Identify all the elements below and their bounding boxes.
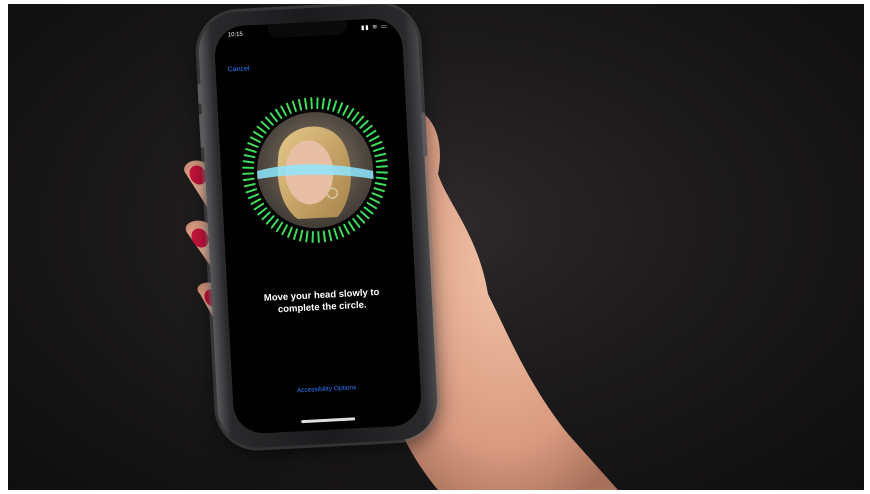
scan-ring-tick (247, 193, 259, 200)
photo-scene: 10:15 ▮▮ ≋ ▭ Cancel Move your head slowl… (8, 4, 864, 490)
scan-ring-tick (376, 171, 389, 174)
scan-ring-tick (332, 100, 338, 112)
scan-ring-tick (360, 210, 370, 220)
scan-ring-tick (311, 231, 314, 244)
scan-ring-tick (297, 98, 303, 111)
scan-ring-tick (347, 221, 356, 232)
scan-ring-tick (371, 140, 383, 147)
scan-ring-tick (374, 152, 387, 158)
scan-ring-tick (362, 124, 373, 133)
instruction-text: Move your head slowly to complete the ci… (227, 285, 416, 319)
scan-ring-tick (371, 192, 383, 199)
scan-ring-tick (275, 221, 284, 233)
scan-ring-tick (343, 223, 350, 235)
face-scan-ring-icon (242, 97, 389, 244)
scan-ring-tick (265, 215, 275, 225)
scan-ring-tick (351, 111, 360, 122)
scan-ring-tick (310, 97, 313, 110)
notch (267, 20, 349, 39)
scan-ring-tick (305, 230, 309, 243)
scan-ring-tick (375, 165, 388, 168)
scan-ring-tick (242, 166, 255, 169)
scan-ring-tick (316, 97, 319, 110)
phone-screen: 10:15 ▮▮ ≋ ▭ Cancel Move your head slowl… (213, 17, 423, 435)
scan-ring-tick (257, 207, 268, 216)
scan-ring-tick (338, 226, 345, 238)
scan-ring-tick (250, 198, 262, 205)
scan-ring-tick (287, 226, 293, 238)
scan-ring-tick (245, 188, 258, 194)
scan-ring-tick (243, 154, 256, 159)
scan-ring-tick (261, 211, 271, 221)
scan-ring-tick (253, 130, 264, 139)
scan-ring-tick (342, 104, 349, 116)
scan-ring-tick (291, 100, 297, 113)
scan-ring-tick (274, 108, 283, 120)
scan-ring-tick (337, 102, 344, 114)
border-top (0, 0, 870, 4)
scan-ring-tick (356, 214, 366, 224)
cancel-button[interactable]: Cancel (228, 65, 250, 73)
scan-ring-tick (366, 129, 377, 138)
scan-ring-tick (368, 135, 380, 142)
scan-ring-tick (242, 160, 255, 164)
scan-ring-tick (280, 105, 287, 117)
hand-holding-phone (184, 107, 618, 490)
scan-ring-tick (321, 97, 325, 110)
scan-ring-tick (293, 228, 298, 240)
scan-ring-tick (322, 230, 327, 243)
scan-ring-tick (299, 229, 304, 242)
smartphone: 10:15 ▮▮ ≋ ▭ Cancel Move your head slowl… (196, 4, 440, 450)
scan-ring-tick (285, 102, 292, 115)
border-bottom (0, 490, 870, 494)
scan-ring-tick (264, 116, 274, 126)
scan-ring-tick (304, 97, 308, 110)
status-icons: ▮▮ ≋ ▭ (360, 24, 388, 32)
scan-ring-tick (375, 159, 388, 163)
scan-ring-tick (253, 202, 265, 211)
scan-ring-tick (249, 136, 261, 143)
scan-ring-tick (270, 218, 279, 229)
scan-ring-tick (359, 119, 369, 129)
scan-ring-tick (369, 197, 381, 204)
scan-ring-tick (317, 230, 320, 243)
scan-ring-tick (366, 201, 378, 210)
scan-ring-tick (242, 177, 255, 182)
accessibility-options-link[interactable]: Accessibility Options (233, 381, 421, 398)
scan-ring-tick (333, 228, 339, 240)
scan-ring-tick (269, 112, 278, 123)
scan-ring-tick (373, 187, 385, 193)
scan-ring-tick (352, 217, 361, 228)
scan-ring-tick (326, 98, 332, 111)
scan-ring-tick (256, 125, 267, 134)
scan-ring-tick (346, 108, 355, 119)
volume-button (198, 113, 205, 149)
scan-ring-tick (260, 120, 270, 130)
scan-ring-tick (363, 206, 374, 215)
status-time: 10:15 (227, 31, 244, 39)
scan-ring-tick (328, 229, 333, 242)
volume-button (197, 83, 203, 105)
scan-ring-tick (243, 183, 256, 188)
scan-ring-tick (373, 146, 385, 152)
scan-ring-tick (355, 115, 365, 126)
scan-ring-tick (281, 224, 288, 236)
scan-ring-tick (247, 142, 259, 148)
scan-ring-tick (245, 148, 257, 153)
scan-ring-tick (374, 181, 387, 187)
scan-ring-tick (242, 172, 255, 175)
scan-ring-tick (375, 176, 388, 180)
home-indicator-icon[interactable] (301, 417, 356, 424)
